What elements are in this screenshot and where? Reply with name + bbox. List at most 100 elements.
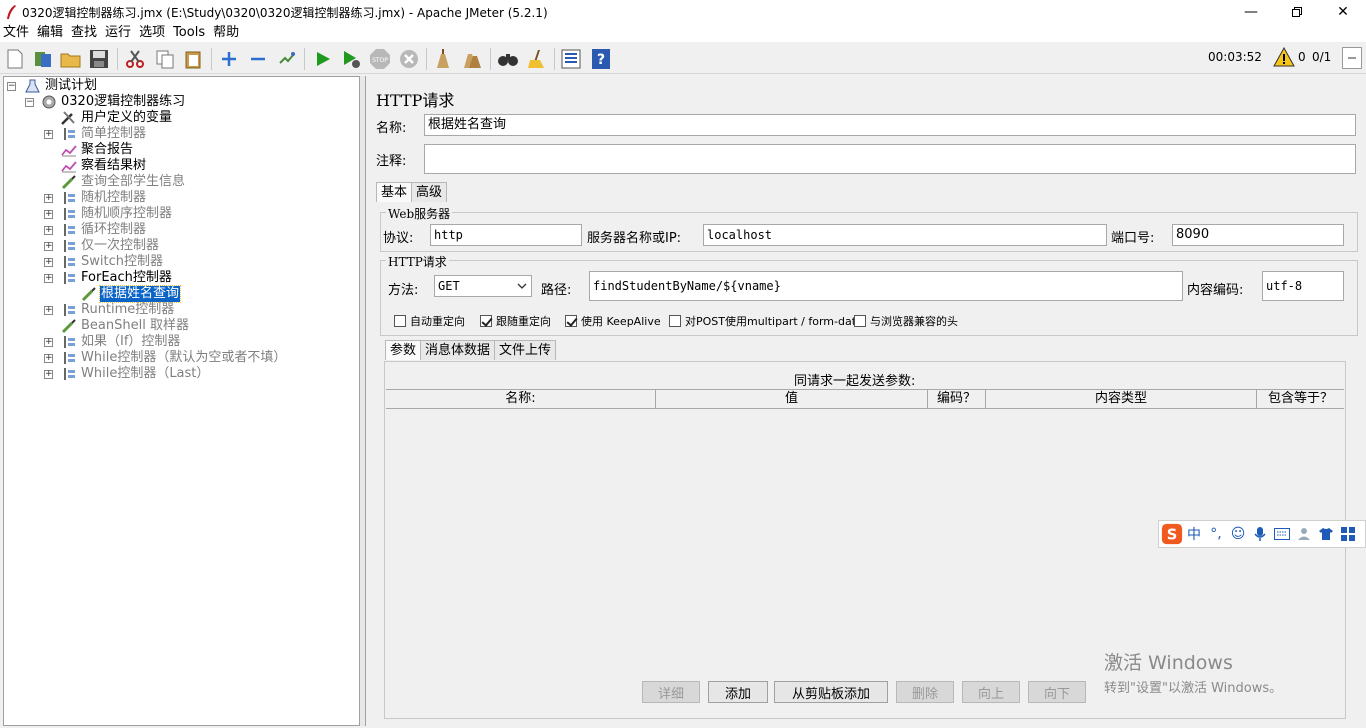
tree-node[interactable]: + 随机控制器 <box>42 190 147 206</box>
method-select[interactable]: GET <box>434 275 532 297</box>
follow-redirect-checkbox[interactable]: 跟随重定向 <box>480 313 551 329</box>
column-name[interactable]: 名称: <box>386 390 656 408</box>
auto-redirect-checkbox[interactable]: 自动重定向 <box>394 313 465 329</box>
expand-icon[interactable]: + <box>44 306 53 315</box>
expand-icon[interactable]: + <box>44 354 53 363</box>
column-content-type[interactable]: 内容类型 <box>986 390 1257 408</box>
column-include-equals[interactable]: 包含等于？ <box>1257 390 1344 408</box>
expand-icon[interactable]: + <box>44 242 53 251</box>
collapse-icon[interactable]: − <box>7 82 16 91</box>
close-button[interactable]: ✕ <box>1320 0 1366 24</box>
tree-node[interactable]: 察看结果树 <box>42 158 147 174</box>
clear-all-icon[interactable] <box>461 48 483 70</box>
tree-node[interactable]: BeanShell 取样器 <box>42 318 190 334</box>
tree-node[interactable]: 聚合报告 <box>42 142 134 158</box>
expand-all-icon[interactable] <box>218 48 240 70</box>
tree-node[interactable]: + Runtime控制器 <box>42 302 175 318</box>
column-value[interactable]: 值 <box>656 390 928 408</box>
encoding-field[interactable]: utf-8 <box>1262 271 1344 301</box>
toggle-icon[interactable] <box>276 48 298 70</box>
tree-node[interactable]: + 简单控制器 <box>42 126 147 142</box>
tree-node[interactable]: + 随机顺序控制器 <box>42 206 173 222</box>
tab-file-upload[interactable]: 文件上传 <box>494 340 557 360</box>
multipart-checkbox[interactable]: 对POST使用multipart / form-data <box>669 313 863 329</box>
expand-icon[interactable]: + <box>44 226 53 235</box>
tree-node-thread-group[interactable]: − 0320逻辑控制器练习 <box>24 94 186 110</box>
menu-file[interactable]: 文件 <box>0 24 32 42</box>
clear-icon[interactable] <box>432 48 454 70</box>
tab-advanced[interactable]: 高级 <box>411 182 448 202</box>
name-field[interactable]: 根据姓名查询 <box>424 114 1356 136</box>
new-icon[interactable] <box>4 48 26 70</box>
menu-search[interactable]: 查找 <box>68 24 100 42</box>
maximize-button[interactable] <box>1274 0 1320 24</box>
menu-options[interactable]: 选项 <box>136 24 168 42</box>
expand-icon[interactable]: + <box>44 194 53 203</box>
tree-node[interactable]: 根据姓名查询 <box>62 285 182 303</box>
server-field[interactable]: localhost <box>703 224 1107 246</box>
add-button[interactable]: 添加 <box>708 681 768 703</box>
menu-tools[interactable]: Tools <box>170 24 208 42</box>
reset-search-icon[interactable] <box>526 48 548 70</box>
tree-node[interactable]: + While控制器（Last） <box>42 366 210 382</box>
expand-icon[interactable]: + <box>44 130 53 139</box>
tree-node[interactable]: + 如果（If）控制器 <box>42 334 181 350</box>
test-plan-tree[interactable]: − 测试计划 − 0320逻辑控制器练习 用户定义的变量 + 简单控制器 聚合报告 察看… <box>3 76 360 726</box>
keepalive-checkbox[interactable]: 使用 KeepAlive <box>565 313 661 329</box>
protocol-field[interactable]: http <box>430 224 582 246</box>
menu-run[interactable]: 运行 <box>102 24 134 42</box>
save-icon[interactable] <box>88 48 110 70</box>
minimize-button[interactable]: — <box>1228 0 1274 24</box>
tree-node[interactable]: + Switch控制器 <box>42 254 164 270</box>
user-icon[interactable] <box>1293 523 1315 545</box>
tree-node[interactable]: + 循环控制器 <box>42 222 147 238</box>
tab-parameters[interactable]: 参数 <box>385 340 422 360</box>
warning-icon[interactable] <box>1273 47 1295 67</box>
add-from-clipboard-button[interactable]: 从剪贴板添加 <box>774 681 888 703</box>
emoji-icon[interactable]: ☺ <box>1227 523 1249 545</box>
move-down-button[interactable]: 向下 <box>1028 681 1086 703</box>
detail-button[interactable]: 详细 <box>642 681 700 703</box>
log-viewer-icon[interactable] <box>1342 47 1362 69</box>
punctuation-icon[interactable]: °, <box>1205 523 1227 545</box>
port-field[interactable]: 8090 <box>1172 224 1344 246</box>
start-icon[interactable] <box>312 48 334 70</box>
delete-button[interactable]: 删除 <box>896 681 954 703</box>
keyboard-icon[interactable] <box>1271 523 1293 545</box>
paste-icon[interactable] <box>182 48 204 70</box>
browser-headers-checkbox[interactable]: 与浏览器兼容的头 <box>854 313 958 329</box>
tree-node[interactable]: + ForEach控制器 <box>42 270 173 286</box>
tab-body-data[interactable]: 消息体数据 <box>420 340 496 360</box>
menu-edit[interactable]: 编辑 <box>34 24 66 42</box>
column-encode[interactable]: 编码？ <box>928 390 986 408</box>
ime-mode[interactable]: 中 <box>1183 523 1205 545</box>
search-icon[interactable] <box>497 48 519 70</box>
start-no-pause-icon[interactable] <box>340 48 362 70</box>
microphone-icon[interactable] <box>1249 523 1271 545</box>
collapse-all-icon[interactable] <box>247 48 269 70</box>
shutdown-icon[interactable] <box>398 48 420 70</box>
copy-icon[interactable] <box>154 48 176 70</box>
move-up-button[interactable]: 向上 <box>962 681 1020 703</box>
sogou-logo-icon[interactable]: S <box>1161 523 1183 545</box>
templates-icon[interactable] <box>32 48 54 70</box>
expand-icon[interactable]: + <box>44 274 53 283</box>
toolbox-icon[interactable] <box>1337 523 1359 545</box>
tree-node[interactable]: 用户定义的变量 <box>42 110 173 126</box>
collapse-icon[interactable]: − <box>25 98 34 107</box>
tree-node-test-plan[interactable]: − 测试计划 <box>6 78 98 94</box>
skin-icon[interactable] <box>1315 523 1337 545</box>
function-helper-icon[interactable] <box>560 48 582 70</box>
path-field[interactable]: findStudentByName/${vname} <box>589 271 1183 301</box>
comment-field[interactable] <box>424 144 1356 174</box>
cut-icon[interactable] <box>124 48 146 70</box>
tab-basic[interactable]: 基本 <box>376 182 413 202</box>
tree-node[interactable]: 查询全部学生信息 <box>42 174 186 190</box>
stop-icon[interactable]: STOP <box>369 48 391 70</box>
expand-icon[interactable]: + <box>44 370 53 379</box>
tree-node[interactable]: + 仅一次控制器 <box>42 238 160 254</box>
expand-icon[interactable]: + <box>44 210 53 219</box>
expand-icon[interactable]: + <box>44 338 53 347</box>
expand-icon[interactable]: + <box>44 258 53 267</box>
menu-help[interactable]: 帮助 <box>210 24 242 42</box>
